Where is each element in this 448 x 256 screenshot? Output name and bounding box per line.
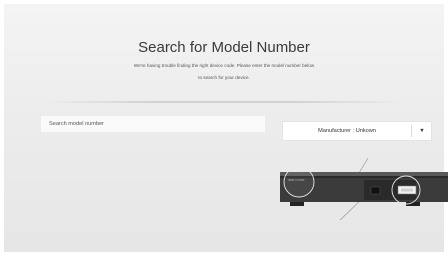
device-foot-left (290, 202, 304, 206)
rear-port (370, 186, 381, 195)
manufacturer-dropdown[interactable]: Manufacturer : Unkown ▼ (282, 121, 432, 141)
device-illustration: SMP-C7000 (280, 157, 448, 220)
device-model-label: SMP-C7000 (288, 178, 305, 182)
chevron-down-icon: ▼ (419, 128, 425, 134)
search-input[interactable]: Search model number (40, 115, 266, 133)
page-subtitle-line1: We're having trouble finding the right d… (133, 63, 315, 68)
manufacturer-label: Manufacturer : Unkown (318, 128, 376, 134)
highlight-circle-label (283, 166, 315, 198)
page-title: Search for Model Number (138, 39, 310, 56)
divider (44, 101, 404, 103)
page-subtitle-line2: to search for your device. (198, 75, 250, 80)
usb-port-inner (401, 188, 413, 192)
